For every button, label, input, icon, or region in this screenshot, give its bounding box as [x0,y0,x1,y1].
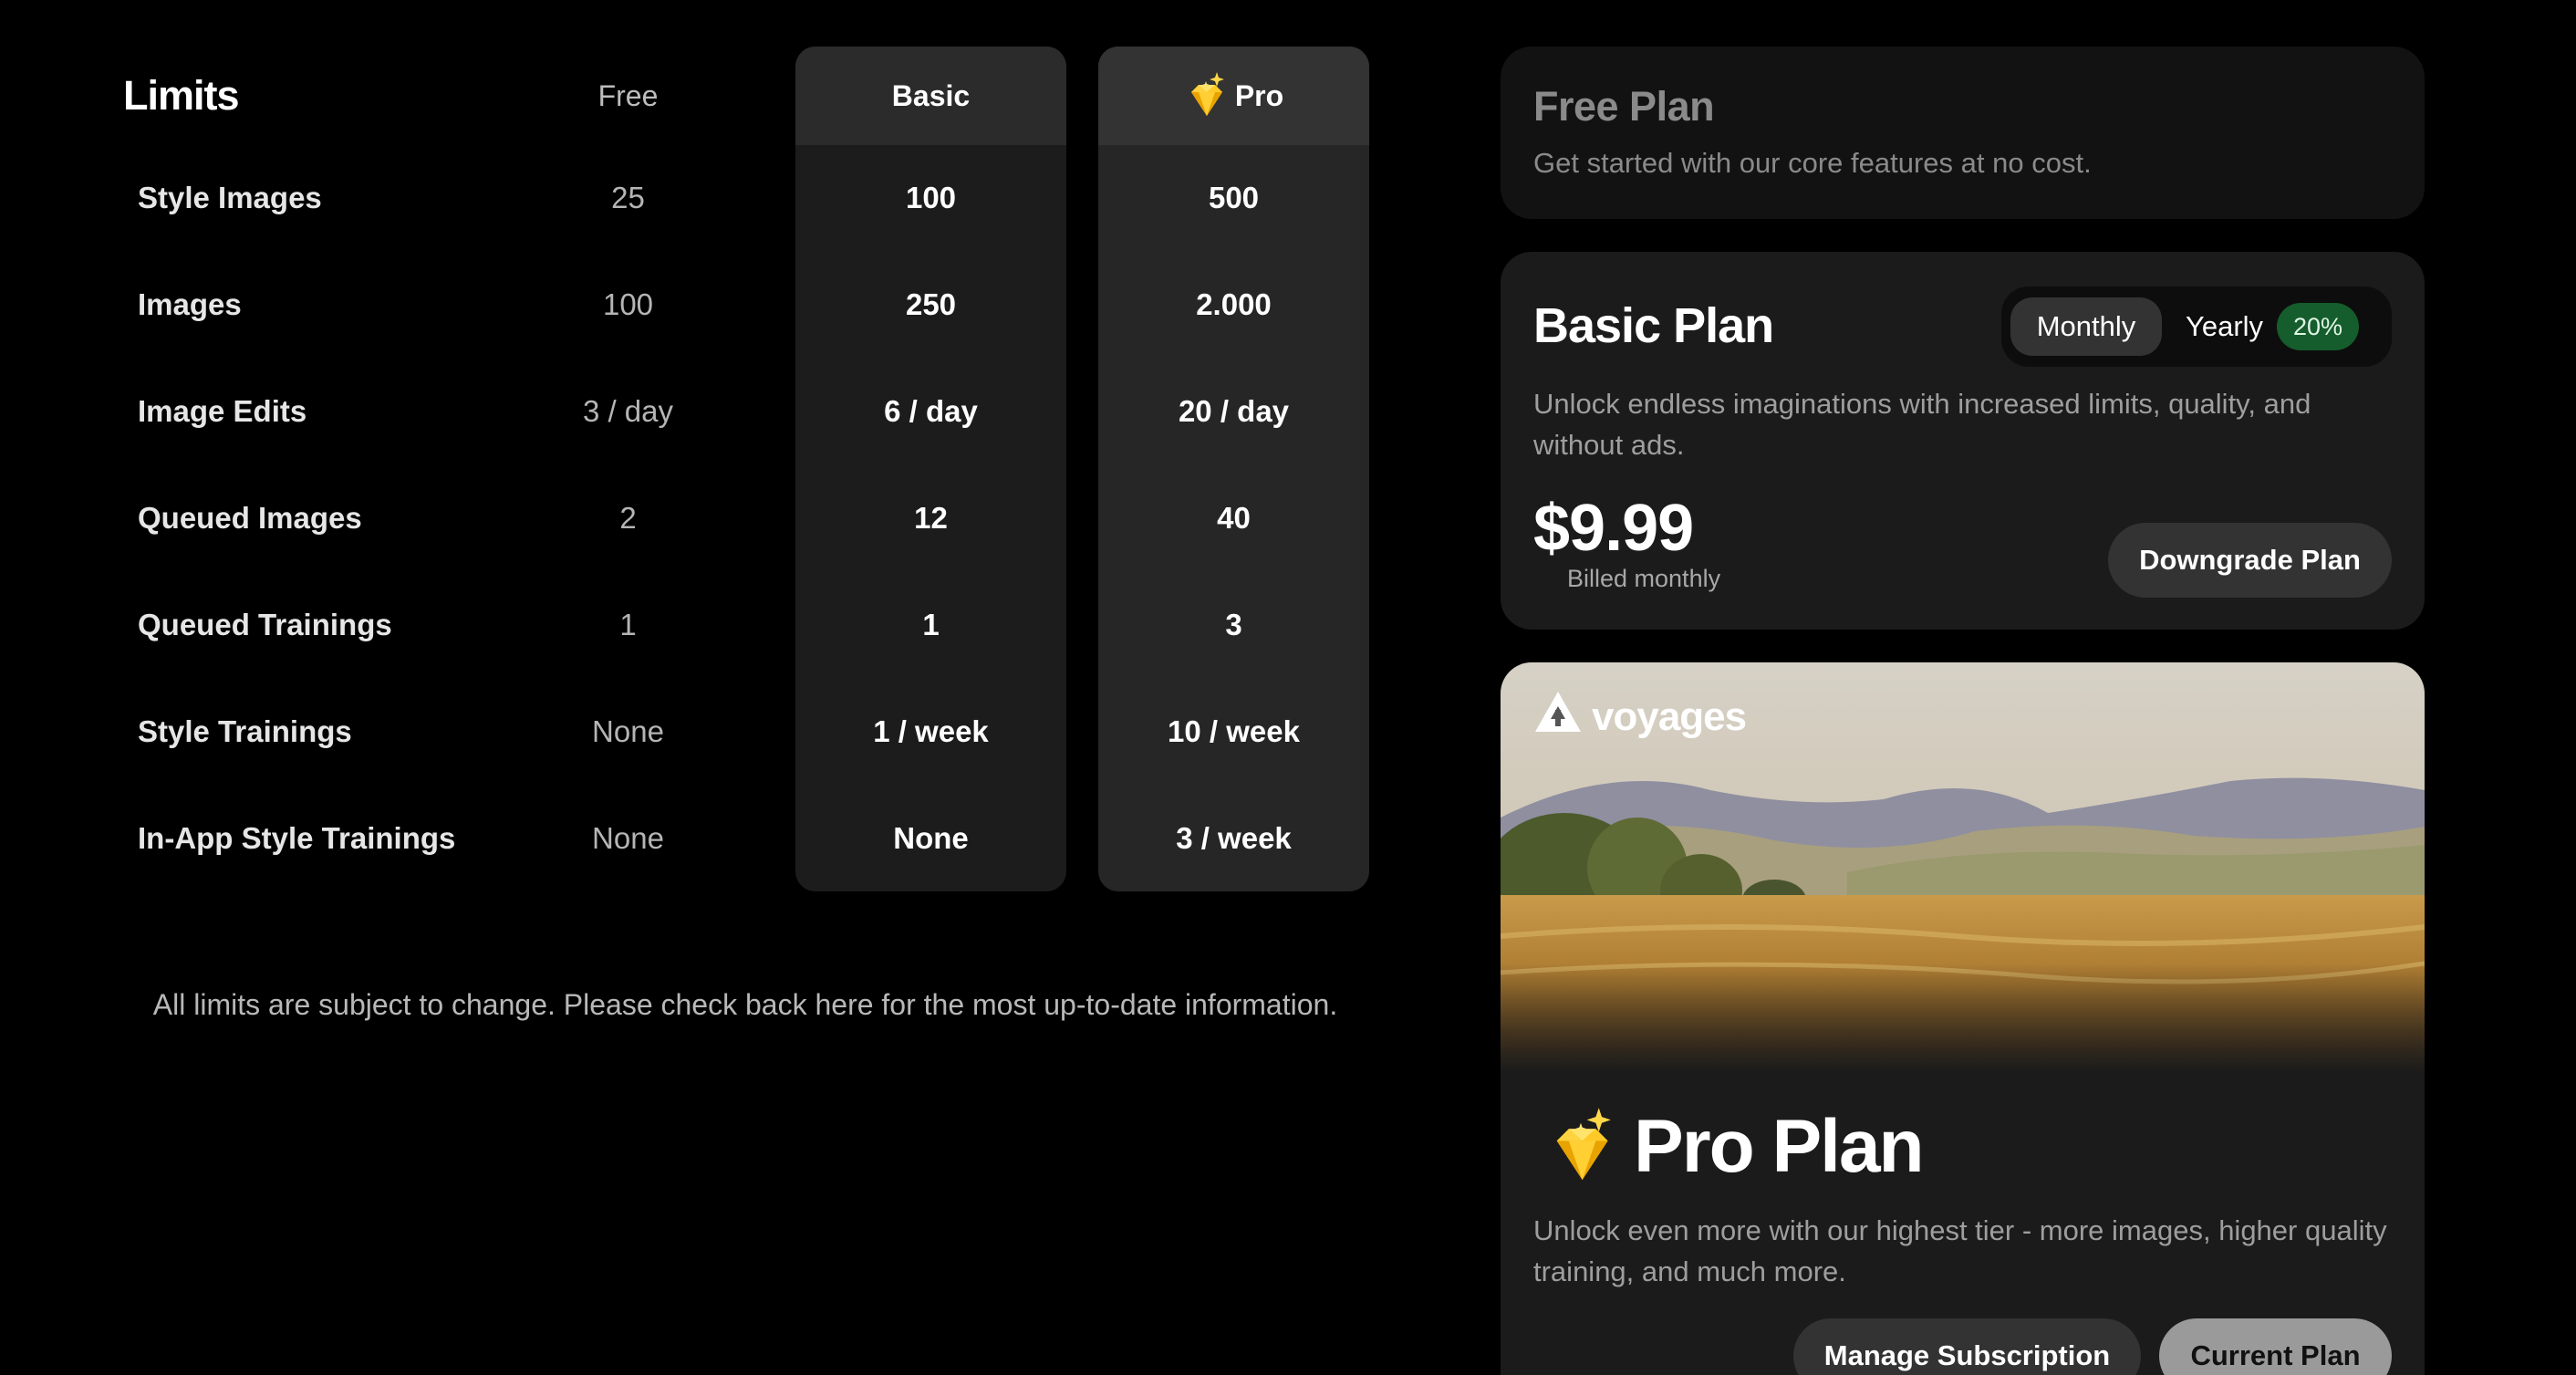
free-in-app-style-trainings: None [592,821,664,855]
billing-note: Billed monthly [1567,565,1721,592]
pro-in-app-style-trainings: 3 / week [1176,821,1292,855]
limits-disclaimer: All limits are subject to change. Please… [152,988,1338,1021]
free-plan-card: Free Plan Get started with our core feat… [1501,47,2425,219]
gem-icon [1542,1105,1619,1189]
gem-icon [1184,70,1228,121]
free-queued-trainings: 1 [619,608,637,641]
basic-plan-description: Unlock endless imaginations with increas… [1533,388,2311,461]
column-header-pro-label: Pro [1234,78,1284,112]
basic-plan-price: $9.99 [1533,492,1694,565]
basic-image-edits: 6 / day [884,394,978,428]
free-plan-title: Free Plan [1533,83,1715,130]
row-label-in-app-style-trainings: In-App Style Trainings [138,821,456,855]
free-images: 100 [602,287,654,321]
downgrade-plan-button[interactable]: Downgrade Plan [2108,523,2392,598]
pro-image-edits: 20 / day [1178,394,1290,428]
yearly-toggle-option[interactable]: Yearly [2186,297,2263,356]
row-label-image-edits: Image Edits [138,394,307,428]
current-plan-button[interactable]: Current Plan [2159,1318,2392,1375]
basic-plan-card: Basic Plan Monthly Yearly 20% Unlock end… [1501,252,2425,630]
basic-style-images: 100 [905,181,957,214]
basic-queued-trainings: 1 [922,608,940,641]
voyages-logo-icon [1533,690,1583,745]
yearly-discount-badge: 20% [2277,303,2359,350]
pro-queued-images: 40 [1217,501,1251,535]
basic-plan-title: Basic Plan [1533,298,1774,353]
pro-images: 2.000 [1196,287,1272,321]
free-style-images: 25 [611,181,645,214]
row-label-images: Images [138,287,242,321]
free-style-trainings: None [592,714,664,748]
pro-plan-landscape-image: voyages [1501,662,2425,1073]
row-label-style-trainings: Style Trainings [138,714,352,748]
basic-in-app-style-trainings: None [893,821,969,855]
limits-table: Limits Free Basic Pro Style Images 25 10… [0,0,1423,1375]
pro-style-images: 500 [1208,181,1260,214]
pro-plan-title-row: Pro Plan [1542,1097,1925,1197]
basic-queued-images: 12 [914,501,948,535]
basic-images: 250 [905,287,957,321]
pro-style-trainings: 10 / week [1168,714,1300,748]
column-header-basic: Basic [891,78,971,112]
subscription-page: Limits Free Basic Pro Style Images 25 10… [0,0,2576,1375]
billing-period-toggle: Monthly Yearly 20% [2001,286,2392,367]
pro-queued-trainings: 3 [1225,608,1242,641]
monthly-toggle-option[interactable]: Monthly [2010,297,2162,356]
pro-plan-title: Pro Plan [1634,1105,1925,1188]
column-header-free: Free [597,78,659,112]
row-label-style-images: Style Images [138,181,322,214]
free-queued-images: 2 [619,501,637,535]
basic-style-trainings: 1 / week [873,714,989,748]
row-label-queued-images: Queued Images [138,501,362,535]
pro-plan-description: Unlock even more with our highest tier -… [1533,1214,2387,1287]
row-label-queued-trainings: Queued Trainings [138,608,392,641]
column-header-pro: Pro [1098,68,1369,124]
voyages-brand: voyages [1533,690,1747,745]
limits-title: Limits [123,72,240,119]
voyages-brand-name: voyages [1592,694,1747,739]
free-image-edits: 3 / day [582,394,674,428]
pro-plan-card: voyages Pro Plan Unlock even more with o… [1501,662,2425,1375]
free-plan-description: Get started with our core features at no… [1533,147,2092,179]
manage-subscription-button[interactable]: Manage Subscription [1793,1318,2141,1375]
